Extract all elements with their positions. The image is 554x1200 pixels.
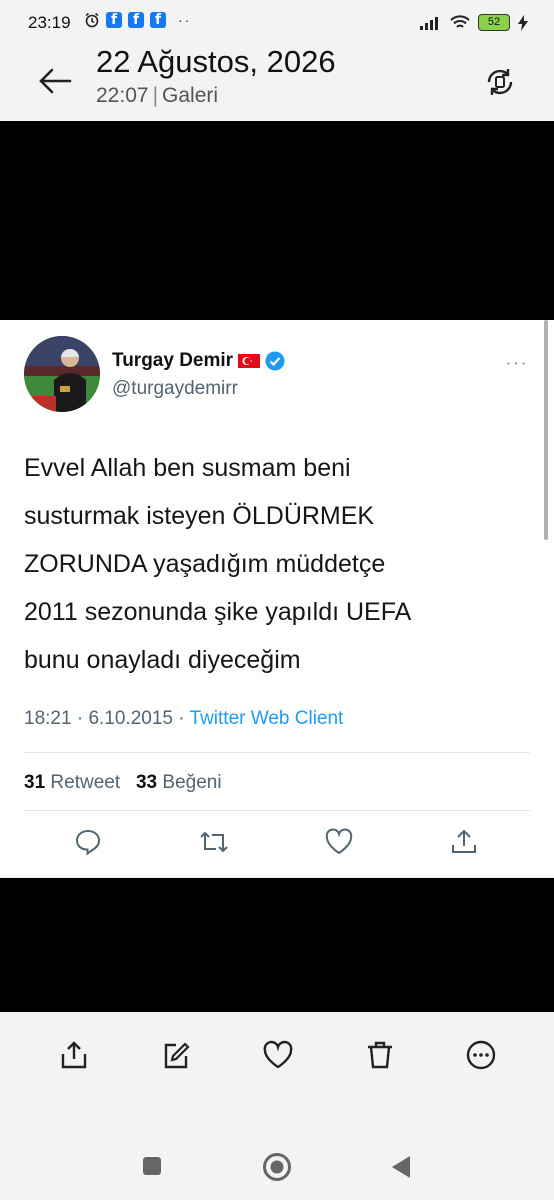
tweet-meta: 18:21 · 6.10.2015 · Twitter Web Client: [24, 708, 343, 730]
tweet-actions: [0, 828, 554, 868]
tweet-card[interactable]: Turgay Demir @turgaydemirr ··· Evvel All…: [0, 320, 554, 876]
album-name: Galeri: [162, 84, 219, 107]
retweet-label: Retweet: [50, 772, 121, 793]
back-icon[interactable]: [390, 1154, 412, 1180]
charging-icon: [518, 14, 528, 31]
turkish-flag-icon: [238, 354, 261, 368]
edit-icon[interactable]: [162, 1040, 190, 1070]
photo-time: 22:07: [96, 84, 149, 107]
scrollbar: [544, 320, 548, 540]
tweet-time: 18:21: [24, 708, 72, 729]
photo-info: 22:07 | Galeri: [96, 84, 218, 108]
back-arrow-icon[interactable]: [38, 66, 72, 96]
system-navigation-bar: [0, 1134, 554, 1200]
facebook-icon: f: [106, 12, 122, 28]
share-icon[interactable]: [60, 1040, 88, 1070]
alarm-icon: [85, 12, 99, 28]
image-letterbox-top: [0, 121, 554, 320]
more-icon[interactable]: [466, 1040, 496, 1070]
gallery-toolbar: [0, 1012, 554, 1134]
like-icon[interactable]: [324, 828, 354, 856]
tweet-author-handle[interactable]: @turgaydemirr: [112, 378, 238, 400]
signal-icon: [420, 16, 438, 30]
meta-dot: ·: [172, 708, 190, 729]
status-bar: 23:19 f f f ·· 52: [0, 0, 554, 44]
delete-icon[interactable]: [366, 1040, 394, 1070]
retweet-icon[interactable]: [198, 828, 230, 856]
recents-icon[interactable]: [142, 1156, 162, 1176]
like-icon[interactable]: [262, 1040, 294, 1070]
tweet-text: Evvel Allah ben susmam beni susturmak is…: [24, 454, 412, 674]
separator: |: [152, 84, 159, 107]
photo-date: 22 Ağustos, 2026: [96, 44, 336, 79]
divider: [24, 810, 530, 811]
divider: [24, 752, 530, 753]
facebook-icon: f: [128, 12, 144, 28]
verified-icon: [265, 351, 285, 371]
status-time: 23:19: [28, 13, 71, 32]
rotate-icon[interactable]: [484, 66, 516, 98]
image-letterbox-bottom: [0, 878, 554, 1012]
wifi-icon: [450, 15, 470, 28]
share-icon[interactable]: [450, 828, 478, 856]
retweet-count: 31: [24, 772, 46, 793]
more-notifications-icon: ··: [178, 12, 192, 28]
tweet-author-name-text: Turgay Demir: [112, 350, 234, 371]
like-label: Beğeni: [162, 772, 222, 793]
like-count: 33: [135, 772, 158, 793]
home-icon[interactable]: [262, 1152, 292, 1182]
status-notification-icons: f f f ··: [84, 12, 191, 28]
reply-icon[interactable]: [74, 828, 102, 856]
tweet-author-name[interactable]: Turgay Demir: [112, 350, 285, 372]
meta-dot: ·: [71, 708, 89, 729]
facebook-icon: f: [150, 12, 166, 28]
battery-icon: 52: [478, 14, 510, 31]
tweet-client[interactable]: Twitter Web Client: [190, 708, 344, 729]
tweet-date: 6.10.2015: [88, 708, 173, 729]
avatar: [24, 336, 100, 412]
battery-level: 52: [487, 16, 501, 28]
gallery-header: 22 Ağustos, 2026 22:07 | Galeri: [0, 44, 554, 120]
tweet-more-icon[interactable]: ···: [505, 352, 528, 375]
tweet-counts: 31 Retweet 33 Beğeni: [24, 772, 222, 794]
